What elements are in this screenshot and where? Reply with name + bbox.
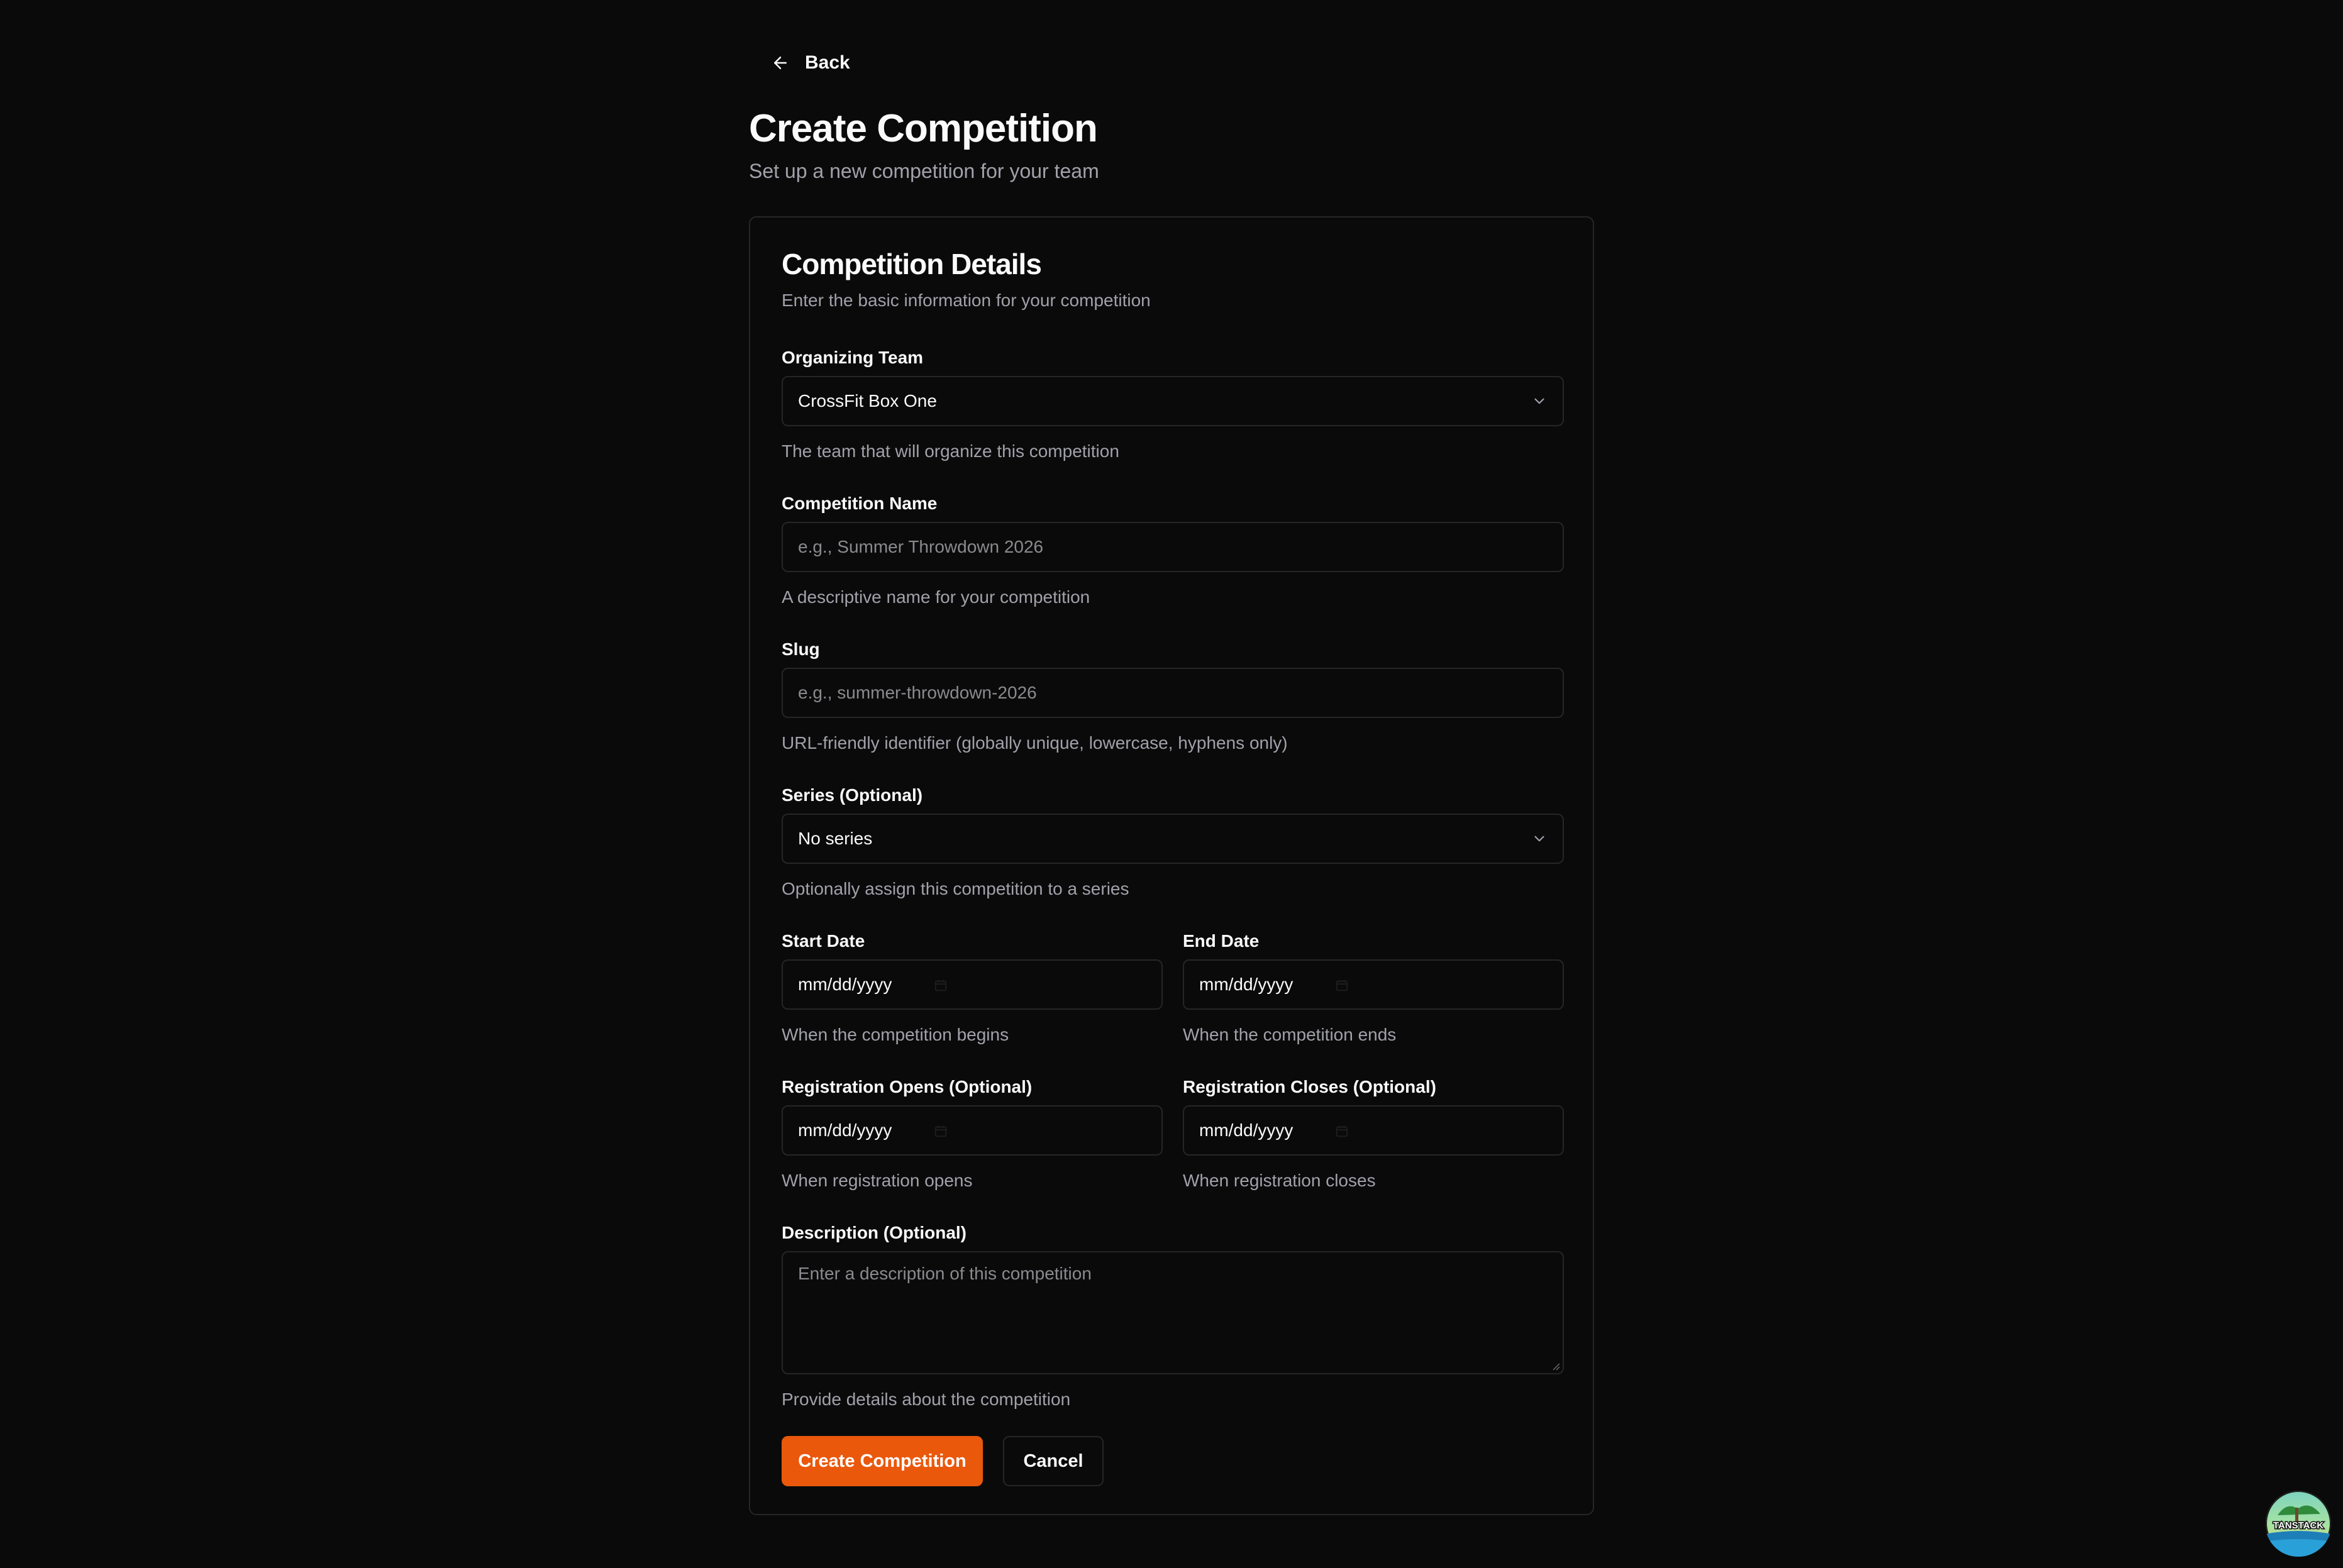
- end-date-input[interactable]: mm/dd/yyyy: [1183, 959, 1564, 1010]
- registration-closes-field: Registration Closes (Optional) mm/dd/yyy…: [1183, 1076, 1564, 1192]
- description-label: Description (Optional): [782, 1223, 967, 1242]
- calendar-icon[interactable]: [934, 1124, 948, 1138]
- organizing-team-help: The team that will organize this competi…: [782, 441, 1119, 461]
- back-button[interactable]: Back: [763, 44, 858, 82]
- page-subtitle: Set up a new competition for your team: [749, 160, 1099, 182]
- description-help: Provide details about the competition: [782, 1389, 1071, 1409]
- series-help: Optionally assign this competition to a …: [782, 879, 1129, 898]
- card-title: Competition Details: [782, 248, 1042, 280]
- end-date-label: End Date: [1183, 931, 1260, 951]
- start-date-label: Start Date: [782, 931, 865, 951]
- arrow-left-icon: [774, 57, 787, 69]
- registration-closes-value: mm/dd/yyyy: [1199, 1120, 1293, 1140]
- description-textarea[interactable]: [798, 1264, 1548, 1362]
- slug-field: Slug URL-friendly identifier (globally u…: [782, 639, 1564, 754]
- competition-name-label: Competition Name: [782, 494, 938, 513]
- create-competition-button[interactable]: Create Competition: [782, 1436, 983, 1486]
- competition-name-field: Competition Name A descriptive name for …: [782, 493, 1564, 609]
- start-date-value: mm/dd/yyyy: [798, 974, 892, 994]
- end-date-field: End Date mm/dd/yyyy When the competition…: [1183, 930, 1564, 1046]
- chevron-down-icon: [1534, 836, 1544, 842]
- registration-closes-help: When registration closes: [1183, 1171, 1376, 1190]
- end-date-value: mm/dd/yyyy: [1199, 974, 1293, 994]
- slug-help: URL-friendly identifier (globally unique…: [782, 733, 1288, 753]
- calendar-icon[interactable]: [1335, 1124, 1349, 1138]
- organizing-team-select[interactable]: CrossFit Box One: [782, 376, 1564, 426]
- tanstack-logo-icon: TANSTACK: [2265, 1491, 2332, 1557]
- form-actions: Create Competition Cancel: [782, 1436, 1104, 1486]
- series-value: No series: [798, 829, 873, 848]
- registration-opens-value: mm/dd/yyyy: [798, 1120, 892, 1140]
- organizing-team-value: CrossFit Box One: [798, 391, 937, 411]
- competition-name-help: A descriptive name for your competition: [782, 587, 1090, 607]
- devtools-toggle-button[interactable]: TANSTACK: [2265, 1490, 2332, 1557]
- registration-opens-help: When registration opens: [782, 1171, 973, 1190]
- series-label: Series (Optional): [782, 785, 923, 805]
- tanstack-logo-text: TANSTACK: [2273, 1520, 2324, 1531]
- calendar-icon[interactable]: [934, 978, 948, 992]
- start-date-field: Start Date mm/dd/yyyy When the competiti…: [782, 930, 1163, 1046]
- resize-handle-icon[interactable]: [1550, 1361, 1560, 1371]
- competition-name-input[interactable]: [798, 537, 1548, 557]
- start-date-help: When the competition begins: [782, 1025, 1009, 1044]
- registration-closes-label: Registration Closes (Optional): [1183, 1077, 1436, 1096]
- end-date-help: When the competition ends: [1183, 1025, 1397, 1044]
- series-select[interactable]: No series: [782, 814, 1564, 864]
- registration-opens-input[interactable]: mm/dd/yyyy: [782, 1105, 1163, 1156]
- description-control: [782, 1251, 1564, 1374]
- competition-details-card: Competition Details Enter the basic info…: [749, 216, 1594, 1515]
- registration-opens-field: Registration Opens (Optional) mm/dd/yyyy…: [782, 1076, 1163, 1192]
- series-field: Series (Optional) No series Optionally a…: [782, 785, 1564, 900]
- page-title: Create Competition: [749, 107, 1098, 150]
- registration-opens-label: Registration Opens (Optional): [782, 1077, 1033, 1096]
- slug-control: [782, 668, 1564, 718]
- registration-closes-input[interactable]: mm/dd/yyyy: [1183, 1105, 1564, 1156]
- cancel-button[interactable]: Cancel: [1003, 1436, 1104, 1486]
- card-description: Enter the basic information for your com…: [782, 290, 1151, 310]
- organizing-team-label: Organizing Team: [782, 348, 924, 367]
- slug-input[interactable]: [798, 683, 1548, 703]
- calendar-icon[interactable]: [1335, 978, 1349, 992]
- competition-name-control: [782, 522, 1564, 572]
- description-field: Description (Optional) Provide details a…: [782, 1222, 1564, 1411]
- chevron-down-icon: [1534, 398, 1544, 404]
- organizing-team-field: Organizing Team CrossFit Box One The tea…: [782, 347, 1564, 463]
- back-label: Back: [805, 52, 850, 73]
- slug-label: Slug: [782, 639, 820, 659]
- start-date-input[interactable]: mm/dd/yyyy: [782, 959, 1163, 1010]
